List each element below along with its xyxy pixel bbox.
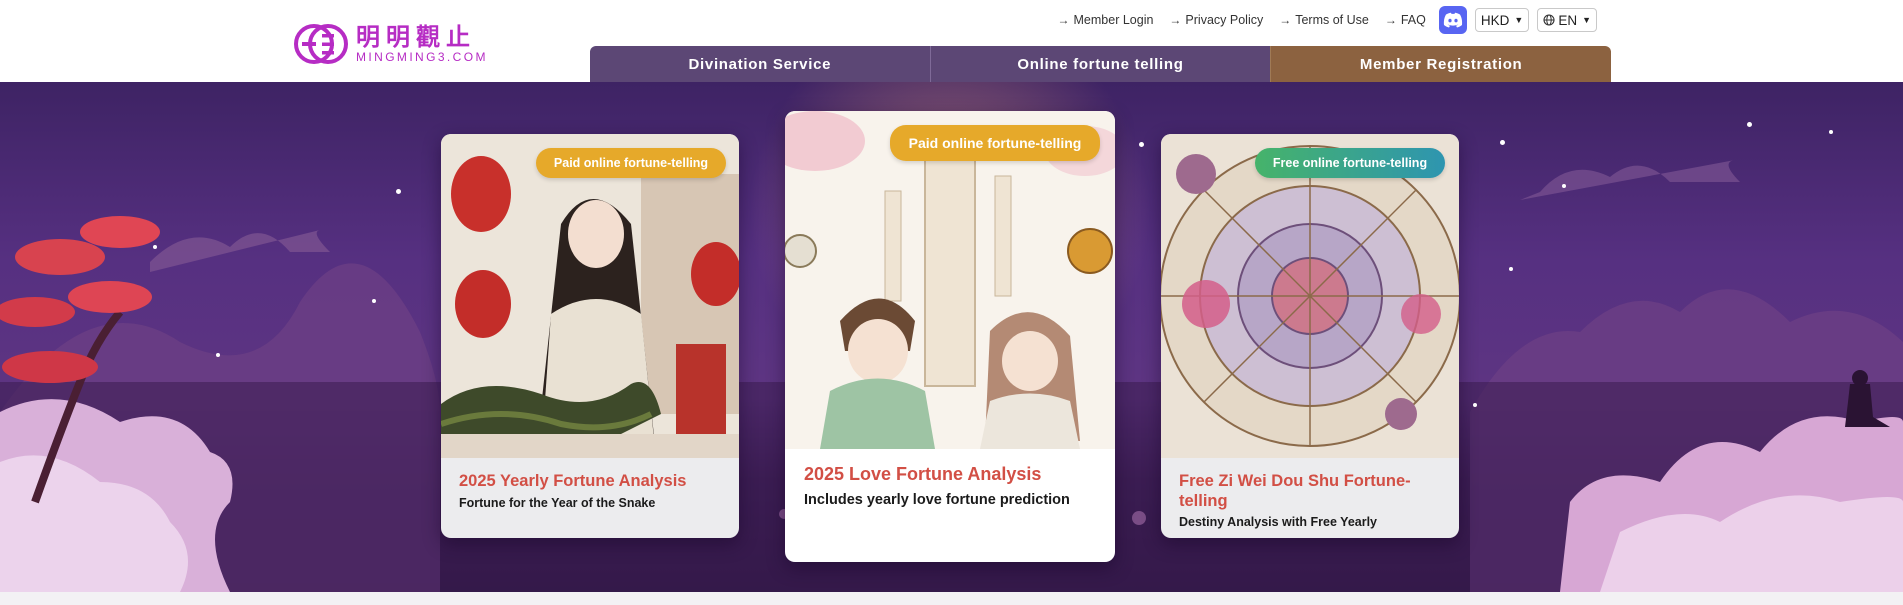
caret-down-icon: ▼ xyxy=(1514,15,1524,25)
faq-label: FAQ xyxy=(1400,13,1426,27)
star xyxy=(153,245,157,249)
logo-text: 明明觀止 MINGMING3.COM xyxy=(356,24,488,64)
tab-divination-service[interactable]: Divination Service xyxy=(590,46,930,82)
header: 明明觀止 MINGMING3.COM → Member Login → Privac… xyxy=(0,0,1903,82)
star xyxy=(1473,403,1477,407)
zi-wei-chart-illustration xyxy=(1161,134,1459,458)
arrow-right-icon: → xyxy=(1384,13,1397,27)
arrow-right-icon: → xyxy=(1279,13,1292,27)
card-category-badge: Paid online fortune-telling xyxy=(536,148,726,178)
currency-value: HKD xyxy=(1480,12,1510,28)
star xyxy=(372,299,376,303)
terms-of-use-link[interactable]: → Terms of Use xyxy=(1279,13,1369,27)
arrow-right-icon: → xyxy=(1169,13,1182,27)
page-bottom-strip xyxy=(0,592,1903,605)
card-subtitle: Fortune for the Year of the Snake xyxy=(459,496,656,510)
card-category-badge: Paid online fortune-telling xyxy=(890,125,1100,161)
top-utility-nav: → Member Login → Privacy Policy → Terms of … xyxy=(1042,6,1597,34)
page: 明明觀止 MINGMING3.COM → Member Login → Privac… xyxy=(0,0,1903,605)
logo-chinese-name: 明明觀止 xyxy=(356,23,476,51)
yearly-fortune-illustration xyxy=(441,134,739,458)
star xyxy=(1500,140,1505,145)
yearly-fortune-card[interactable]: Paid online fortune-telling 2025 Yearly … xyxy=(441,134,739,538)
card-category-badge: Free online fortune-telling xyxy=(1255,148,1445,178)
star xyxy=(1562,184,1566,188)
love-fortune-card[interactable]: Paid online fortune-telling 2025 Love Fo… xyxy=(785,111,1115,562)
language-value: EN xyxy=(1558,12,1578,28)
member-login-label: Member Login xyxy=(1073,13,1154,27)
star xyxy=(1829,130,1833,134)
star xyxy=(1509,267,1513,271)
main-nav: Divination Service Online fortune tellin… xyxy=(590,46,1612,82)
zi-wei-dou-shu-card[interactable]: Free online fortune-telling Free Zi Wei … xyxy=(1161,134,1459,538)
love-fortune-illustration xyxy=(785,111,1115,449)
faq-link[interactable]: → FAQ xyxy=(1385,13,1426,27)
globe-icon xyxy=(1543,14,1555,26)
star xyxy=(1747,122,1752,127)
star xyxy=(216,353,220,357)
tab-member-registration[interactable]: Member Registration xyxy=(1270,46,1612,82)
discord-icon xyxy=(1443,12,1462,28)
card-title: 2025 Love Fortune Analysis xyxy=(804,464,1042,484)
card-title: Free Zi Wei Dou Shu Fortune-telling xyxy=(1179,472,1411,510)
caret-down-icon: ▼ xyxy=(1582,15,1591,25)
card-subtitle: Includes yearly love fortune prediction xyxy=(804,492,1070,508)
privacy-policy-label: Privacy Policy xyxy=(1185,13,1264,27)
currency-select[interactable]: HKD ▼ xyxy=(1474,8,1530,32)
logo-domain: MINGMING3.COM xyxy=(356,50,488,64)
terms-of-use-label: Terms of Use xyxy=(1295,13,1369,27)
language-select[interactable]: EN ▼ xyxy=(1537,8,1597,32)
arrow-right-icon: → xyxy=(1057,13,1070,27)
logo-mark-icon xyxy=(294,24,348,64)
star xyxy=(396,189,401,194)
member-login-link[interactable]: → Member Login xyxy=(1058,13,1154,27)
tab-online-fortune-telling[interactable]: Online fortune telling xyxy=(929,46,1271,82)
site-logo[interactable]: 明明觀止 MINGMING3.COM xyxy=(290,20,490,68)
privacy-policy-link[interactable]: → Privacy Policy xyxy=(1169,13,1263,27)
discord-button[interactable] xyxy=(1438,6,1467,34)
star xyxy=(1139,142,1144,147)
card-subtitle: Destiny Analysis with Free Yearly xyxy=(1179,515,1378,529)
card-title: 2025 Yearly Fortune Analysis xyxy=(459,472,687,490)
